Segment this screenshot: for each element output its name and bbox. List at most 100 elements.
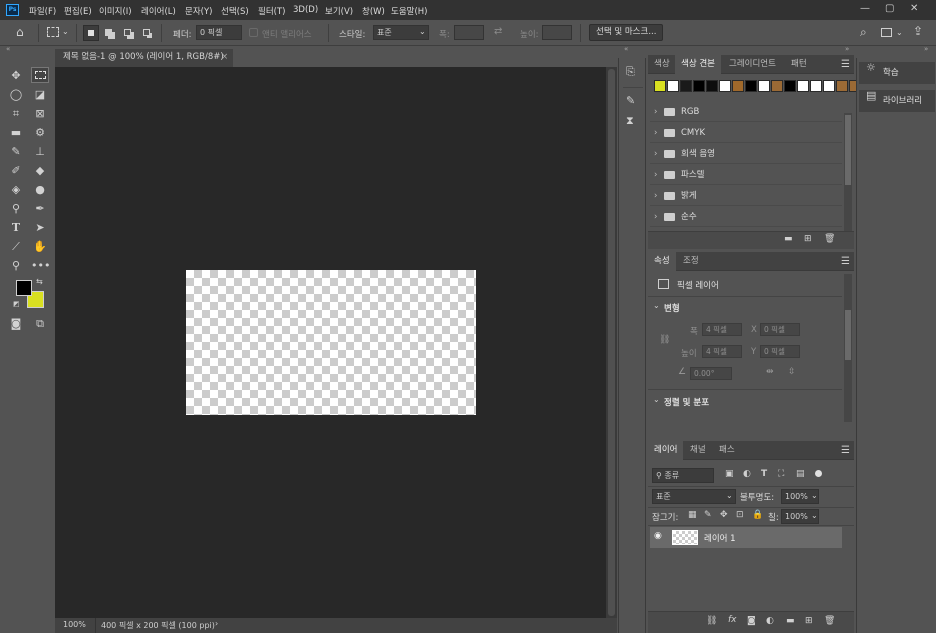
swatch-group-light[interactable]: › 밝게 [650, 186, 842, 206]
tab-paths[interactable]: 패스 [713, 441, 741, 460]
brush-tool-icon[interactable]: ✎ [7, 144, 25, 160]
swatch-group-rgb[interactable]: › RGB [650, 102, 842, 122]
status-menu-arrow[interactable]: › [215, 619, 218, 628]
color-swatch[interactable] [836, 80, 848, 92]
chevron-down-icon[interactable]: ⌄ [896, 29, 903, 37]
collapse-right-icon[interactable]: » [924, 46, 928, 53]
filter-pixel-icon[interactable]: ▣ [725, 470, 734, 479]
screen-mode-icon[interactable]: ⧉ [31, 316, 49, 332]
lock-all-icon[interactable]: 🔒 [752, 511, 763, 520]
line-tool-icon[interactable]: ⟋ [7, 239, 25, 255]
color-swatch[interactable] [706, 80, 718, 92]
swatch-group-pastel[interactable]: › 파스텔 [650, 165, 842, 185]
chevron-down-icon[interactable]: ⌄ [62, 28, 69, 36]
tab-channels[interactable]: 채널 [684, 441, 712, 460]
share-icon[interactable]: ⇪ [913, 25, 923, 37]
menu-select[interactable]: 선택(S) [221, 5, 249, 17]
menu-help[interactable]: 도움말(H) [391, 5, 427, 17]
chevron-down-icon[interactable]: ⌄ [653, 395, 660, 404]
maximize-icon[interactable]: ▢ [885, 3, 894, 14]
y-prop-field[interactable]: 0 픽셀 [760, 345, 800, 358]
color-swatch[interactable] [732, 80, 744, 92]
blur-tool-icon[interactable]: ● [31, 182, 49, 198]
dodge-tool-icon[interactable]: ⚲ [7, 201, 25, 217]
tab-properties[interactable]: 속성 [648, 252, 676, 271]
menu-file[interactable]: 파일(F) [29, 5, 56, 17]
color-swatch[interactable] [797, 80, 809, 92]
chevron-down-icon[interactable]: ⌄ [811, 512, 818, 520]
properties-scrollbar[interactable] [844, 274, 852, 422]
crop-tool-icon[interactable]: ⌗ [7, 106, 25, 122]
layer-filter-select[interactable]: ⚲ 종류 [652, 468, 714, 483]
collapse-toolbar-icon[interactable]: « [6, 46, 10, 53]
menu-window[interactable]: 창(W) [362, 5, 385, 17]
new-group-icon[interactable]: ▬ [786, 617, 795, 626]
layer-row[interactable]: ◉ 레이어 1 [650, 527, 842, 548]
x-prop-field[interactable]: 0 픽셀 [760, 323, 800, 336]
tab-patterns[interactable]: 패턴 [785, 55, 813, 74]
new-layer-icon[interactable]: ⊞ [805, 617, 813, 626]
expand-panels-icon[interactable]: « [624, 46, 628, 53]
add-mask-icon[interactable]: ◙ [747, 617, 756, 626]
layer-name[interactable]: 레이어 1 [704, 532, 736, 544]
color-swatch[interactable] [810, 80, 822, 92]
lock-position-icon[interactable]: ✥ [720, 511, 728, 520]
menu-3d[interactable]: 3D(D) [293, 5, 318, 15]
feather-input[interactable]: 0 픽셀 [196, 25, 242, 40]
tab-layers[interactable]: 레이어 [648, 441, 684, 460]
history-brush-tool-icon[interactable]: ✐ [7, 163, 25, 179]
intersect-selection-icon[interactable] [143, 29, 150, 36]
lock-transparent-icon[interactable]: ▦ [688, 511, 697, 520]
new-swatch-icon[interactable]: ⊞ [804, 235, 812, 244]
blend-mode-select[interactable]: 표준 [652, 489, 736, 504]
marquee-preset-icon[interactable] [47, 27, 59, 37]
tab-color[interactable]: 색상 [648, 55, 676, 74]
adjustments-icon[interactable]: ⧗ [626, 115, 634, 126]
learn-panel-button[interactable]: ☼ 학습 [859, 62, 935, 84]
color-swatch[interactable] [758, 80, 770, 92]
menu-edit[interactable]: 편집(E) [64, 5, 92, 17]
fx-icon[interactable]: fx [728, 616, 737, 625]
home-icon[interactable]: ⌂ [16, 26, 24, 38]
object-select-tool-icon[interactable]: ◪ [31, 87, 49, 103]
trash-icon[interactable]: 🗑 [824, 617, 835, 626]
color-swatch[interactable] [745, 80, 757, 92]
adjustment-layer-icon[interactable]: ◐ [766, 617, 774, 626]
select-and-mask-button[interactable]: 선택 및 마스크... [589, 24, 664, 41]
path-select-tool-icon[interactable]: ➤ [31, 220, 49, 236]
tab-swatches[interactable]: 색상 견본 [675, 55, 721, 74]
swatch-group-cmyk[interactable]: › CMYK [650, 123, 842, 143]
angle-field[interactable]: 0.00° [690, 367, 732, 380]
marquee-tool-icon[interactable] [31, 67, 49, 83]
panel-menu-icon[interactable]: ☰ [841, 59, 850, 70]
collapse-panels-icon[interactable]: » [845, 46, 849, 53]
color-swatch[interactable] [823, 80, 835, 92]
filter-adjustment-icon[interactable]: ◐ [743, 470, 751, 479]
width-prop-field[interactable]: 4 픽셀 [702, 323, 742, 336]
color-swatch[interactable] [654, 80, 666, 92]
swatches-scrollbar[interactable] [844, 113, 852, 231]
color-swatch[interactable] [719, 80, 731, 92]
menu-image[interactable]: 이미지(I) [99, 5, 132, 17]
more-tools-icon[interactable]: ••• [31, 258, 50, 274]
chevron-down-icon[interactable]: ⌄ [653, 301, 660, 310]
libraries-panel-button[interactable]: ▤ 라이브러리 [859, 90, 935, 112]
menu-view[interactable]: 보기(V) [325, 5, 353, 17]
search-icon[interactable]: ⌕ [860, 26, 867, 38]
stamp-tool-icon[interactable]: ⊥ [31, 144, 49, 160]
close-tab-icon[interactable]: × [221, 49, 228, 66]
foreground-color-swatch[interactable] [16, 280, 32, 296]
filter-type-icon[interactable]: T [761, 470, 767, 479]
color-swatch[interactable] [693, 80, 705, 92]
spot-heal-tool-icon[interactable]: ⚙ [31, 125, 49, 141]
color-swatch[interactable] [667, 80, 679, 92]
scrollbar-thumb[interactable] [608, 69, 615, 616]
menu-type[interactable]: 문자(Y) [185, 5, 212, 17]
flip-vertical-icon[interactable]: ⇳ [788, 368, 796, 377]
filter-toggle-icon[interactable] [815, 470, 822, 477]
frame-tool-icon[interactable]: ⊠ [31, 106, 49, 122]
zoom-tool-icon[interactable]: ⚲ [7, 258, 25, 274]
layer-thumbnail[interactable] [672, 530, 698, 545]
eraser-tool-icon[interactable]: ◆ [31, 163, 49, 179]
tab-adjustments[interactable]: 조정 [677, 252, 705, 271]
